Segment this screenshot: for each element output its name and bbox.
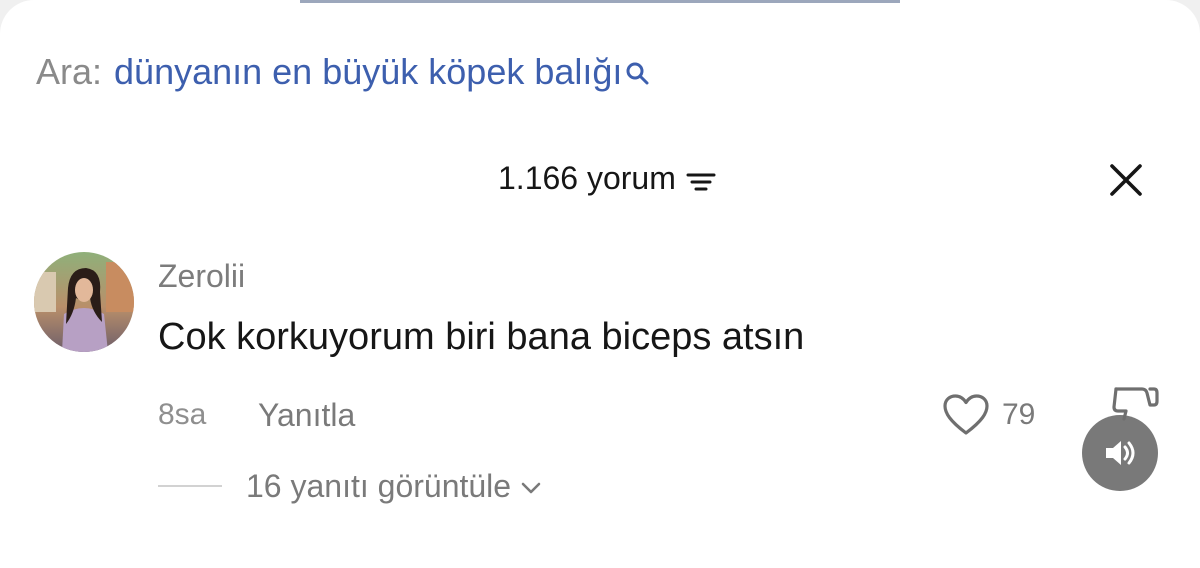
comment-text: Cok korkuyorum biri bana biceps atsın <box>158 316 805 358</box>
video-edge-strip <box>300 0 900 3</box>
view-replies-button[interactable]: 16 yanıtı görüntüle <box>158 466 543 506</box>
view-replies-label: 16 yanıtı görüntüle <box>246 468 512 504</box>
reply-button[interactable]: Yanıtla <box>258 396 355 434</box>
comment-count[interactable]: 1.166 yorum <box>498 155 716 201</box>
search-query-link[interactable]: dünyanın en büyük köpek balığı <box>114 50 622 94</box>
filter-icon[interactable] <box>686 163 716 193</box>
comment-time: 8sa <box>158 398 207 431</box>
comment-count-label: 1.166 yorum <box>498 160 676 196</box>
heart-icon <box>943 394 989 435</box>
speaker-icon <box>1106 441 1135 465</box>
search-suggestion[interactable]: Ara: dünyanın en büyük köpek balığı <box>36 50 650 94</box>
search-icon <box>624 52 650 85</box>
close-icon <box>1110 164 1142 196</box>
sound-button[interactable] <box>1082 415 1158 491</box>
close-button[interactable] <box>1106 160 1146 200</box>
avatar[interactable] <box>34 252 134 352</box>
chevron-down-icon <box>521 482 541 494</box>
comment-username[interactable]: Zerolii <box>158 256 245 296</box>
comments-sheet: Ara: dünyanın en büyük köpek balığı 1.16… <box>0 0 1200 568</box>
replies-divider <box>158 485 222 487</box>
search-prefix: Ara: <box>36 51 103 92</box>
comments-header: 1.166 yorum <box>0 155 1200 201</box>
like-button[interactable] <box>942 393 990 437</box>
like-count: 79 <box>1002 398 1036 431</box>
